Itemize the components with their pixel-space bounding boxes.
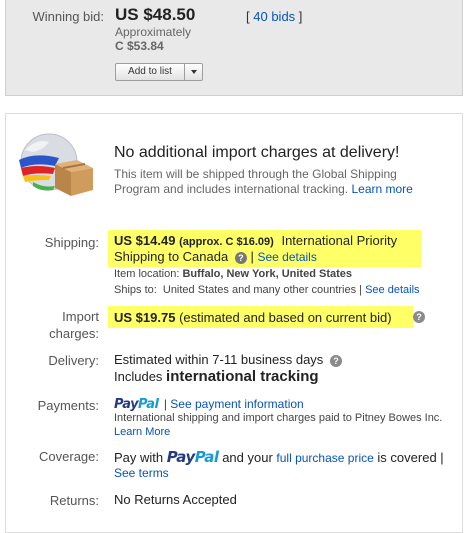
coverage-terms: See terms: [114, 466, 169, 480]
shipping-label: Shipping:: [44, 235, 99, 250]
delivery-label: Delivery:: [48, 353, 99, 368]
shipping-price: US $14.49: [114, 233, 176, 248]
coverage-label: Coverage:: [39, 449, 99, 464]
import-charges-label: Import charges:: [0, 308, 99, 342]
payments-learn-more-link[interactable]: Learn More: [114, 426, 170, 438]
see-terms-link[interactable]: See terms: [114, 466, 169, 480]
paypal-logo-pal: Pal: [138, 397, 159, 412]
bids-bracket-close: ]: [298, 9, 303, 24]
bid-count: [ 40 bids ]: [246, 9, 302, 24]
item-location-value: Buffalo, New York, United States: [182, 268, 352, 280]
import-value: US $19.75: [114, 310, 176, 325]
delivery-includes: Includes: [114, 369, 163, 384]
payments-note: International shipping and import charge…: [114, 411, 449, 439]
returns-label: Returns:: [49, 493, 99, 508]
approx-label: Approximately: [115, 25, 192, 39]
notice-learn-more-link[interactable]: Learn more: [351, 182, 412, 196]
notice-title: No additional import charges at delivery…: [114, 144, 400, 161]
winning-bid-price: US $48.50: [115, 5, 196, 24]
help-icon[interactable]: ?: [234, 251, 247, 264]
shipping-sep: |: [250, 249, 254, 264]
chevron-down-icon: [190, 70, 197, 74]
delivery-tracking-text: international tracking: [166, 368, 319, 385]
paypal-logo: PayPal: [114, 397, 159, 412]
delivery-estimate: Estimated within 7-11 business days ?: [114, 352, 342, 367]
bids-bracket-open: [: [246, 9, 250, 24]
payments-sep: |: [163, 397, 167, 411]
globe-box-icon: [19, 133, 93, 196]
shipping-service-line: Shipping to Canada ? | See details: [114, 249, 317, 264]
ships-to: Ships to: United States and many other c…: [114, 284, 420, 296]
add-to-list-dropdown[interactable]: [184, 64, 202, 80]
shipping-price-line: US $14.49 (approx. C $16.09) Internation…: [114, 233, 397, 248]
help-icon[interactable]: ?: [329, 354, 342, 367]
payments-note-text: International shipping and import charge…: [114, 412, 443, 424]
help-icon[interactable]: ?: [413, 311, 425, 323]
item-location: Item location: Buffalo, New York, United…: [114, 268, 352, 280]
add-to-list-button[interactable]: Add to list: [116, 64, 184, 80]
ships-to-sep: |: [359, 284, 363, 296]
item-location-label: Item location:: [114, 268, 180, 280]
full-purchase-price-link[interactable]: full purchase price: [276, 451, 373, 465]
add-to-list-control: Add to list: [115, 63, 203, 81]
ships-to-label: Ships to:: [114, 284, 157, 296]
payments-line: PayPal | See payment information: [114, 397, 304, 412]
paypal-logo-pay: Pay: [114, 397, 139, 412]
import-charges-line: US $19.75 (estimated and based on curren…: [114, 310, 392, 325]
bids-link[interactable]: 40 bids: [253, 9, 295, 24]
import-label-b: charges:: [49, 326, 99, 341]
winning-bid-approx: Approximately C $53.84: [115, 25, 195, 53]
coverage-line: Pay with PayPal and your full purchase p…: [114, 448, 444, 466]
shipping-details-link[interactable]: See details: [257, 250, 316, 264]
approx-value: C $53.84: [115, 39, 164, 53]
shipping-service-cont: Shipping to Canada: [114, 249, 229, 264]
paypal-logo: PayPal: [167, 448, 219, 466]
shipping-service: International Priority: [281, 233, 398, 248]
ships-to-value: United States and many other countries: [162, 284, 357, 296]
import-label-a: Import: [62, 309, 99, 324]
coverage-and-your: and your: [222, 450, 273, 465]
winning-bid-panel: Winning bid: US $48.50 Approximately C $…: [5, 0, 463, 96]
import-note: (estimated and based on current bid): [179, 310, 392, 325]
notice-text: This item will be shipped through the Gl…: [114, 167, 439, 197]
payments-label: Payments:: [37, 398, 99, 413]
ships-to-details-link[interactable]: See details: [365, 284, 419, 296]
coverage-pay-with: Pay with: [114, 450, 164, 465]
returns-value: No Returns Accepted: [114, 492, 237, 507]
delivery-estimate-text: Estimated within 7-11 business days: [114, 352, 324, 367]
winning-bid-label: Winning bid:: [32, 9, 104, 24]
delivery-tracking: Includes international tracking: [114, 368, 319, 385]
shipping-approx: (approx. C $16.09): [179, 236, 274, 248]
coverage-covered: is covered |: [377, 450, 444, 465]
paypal-logo-pal: Pal: [194, 448, 219, 466]
payment-info-link[interactable]: See payment information: [170, 397, 303, 411]
paypal-logo-pay: Pay: [166, 448, 195, 466]
